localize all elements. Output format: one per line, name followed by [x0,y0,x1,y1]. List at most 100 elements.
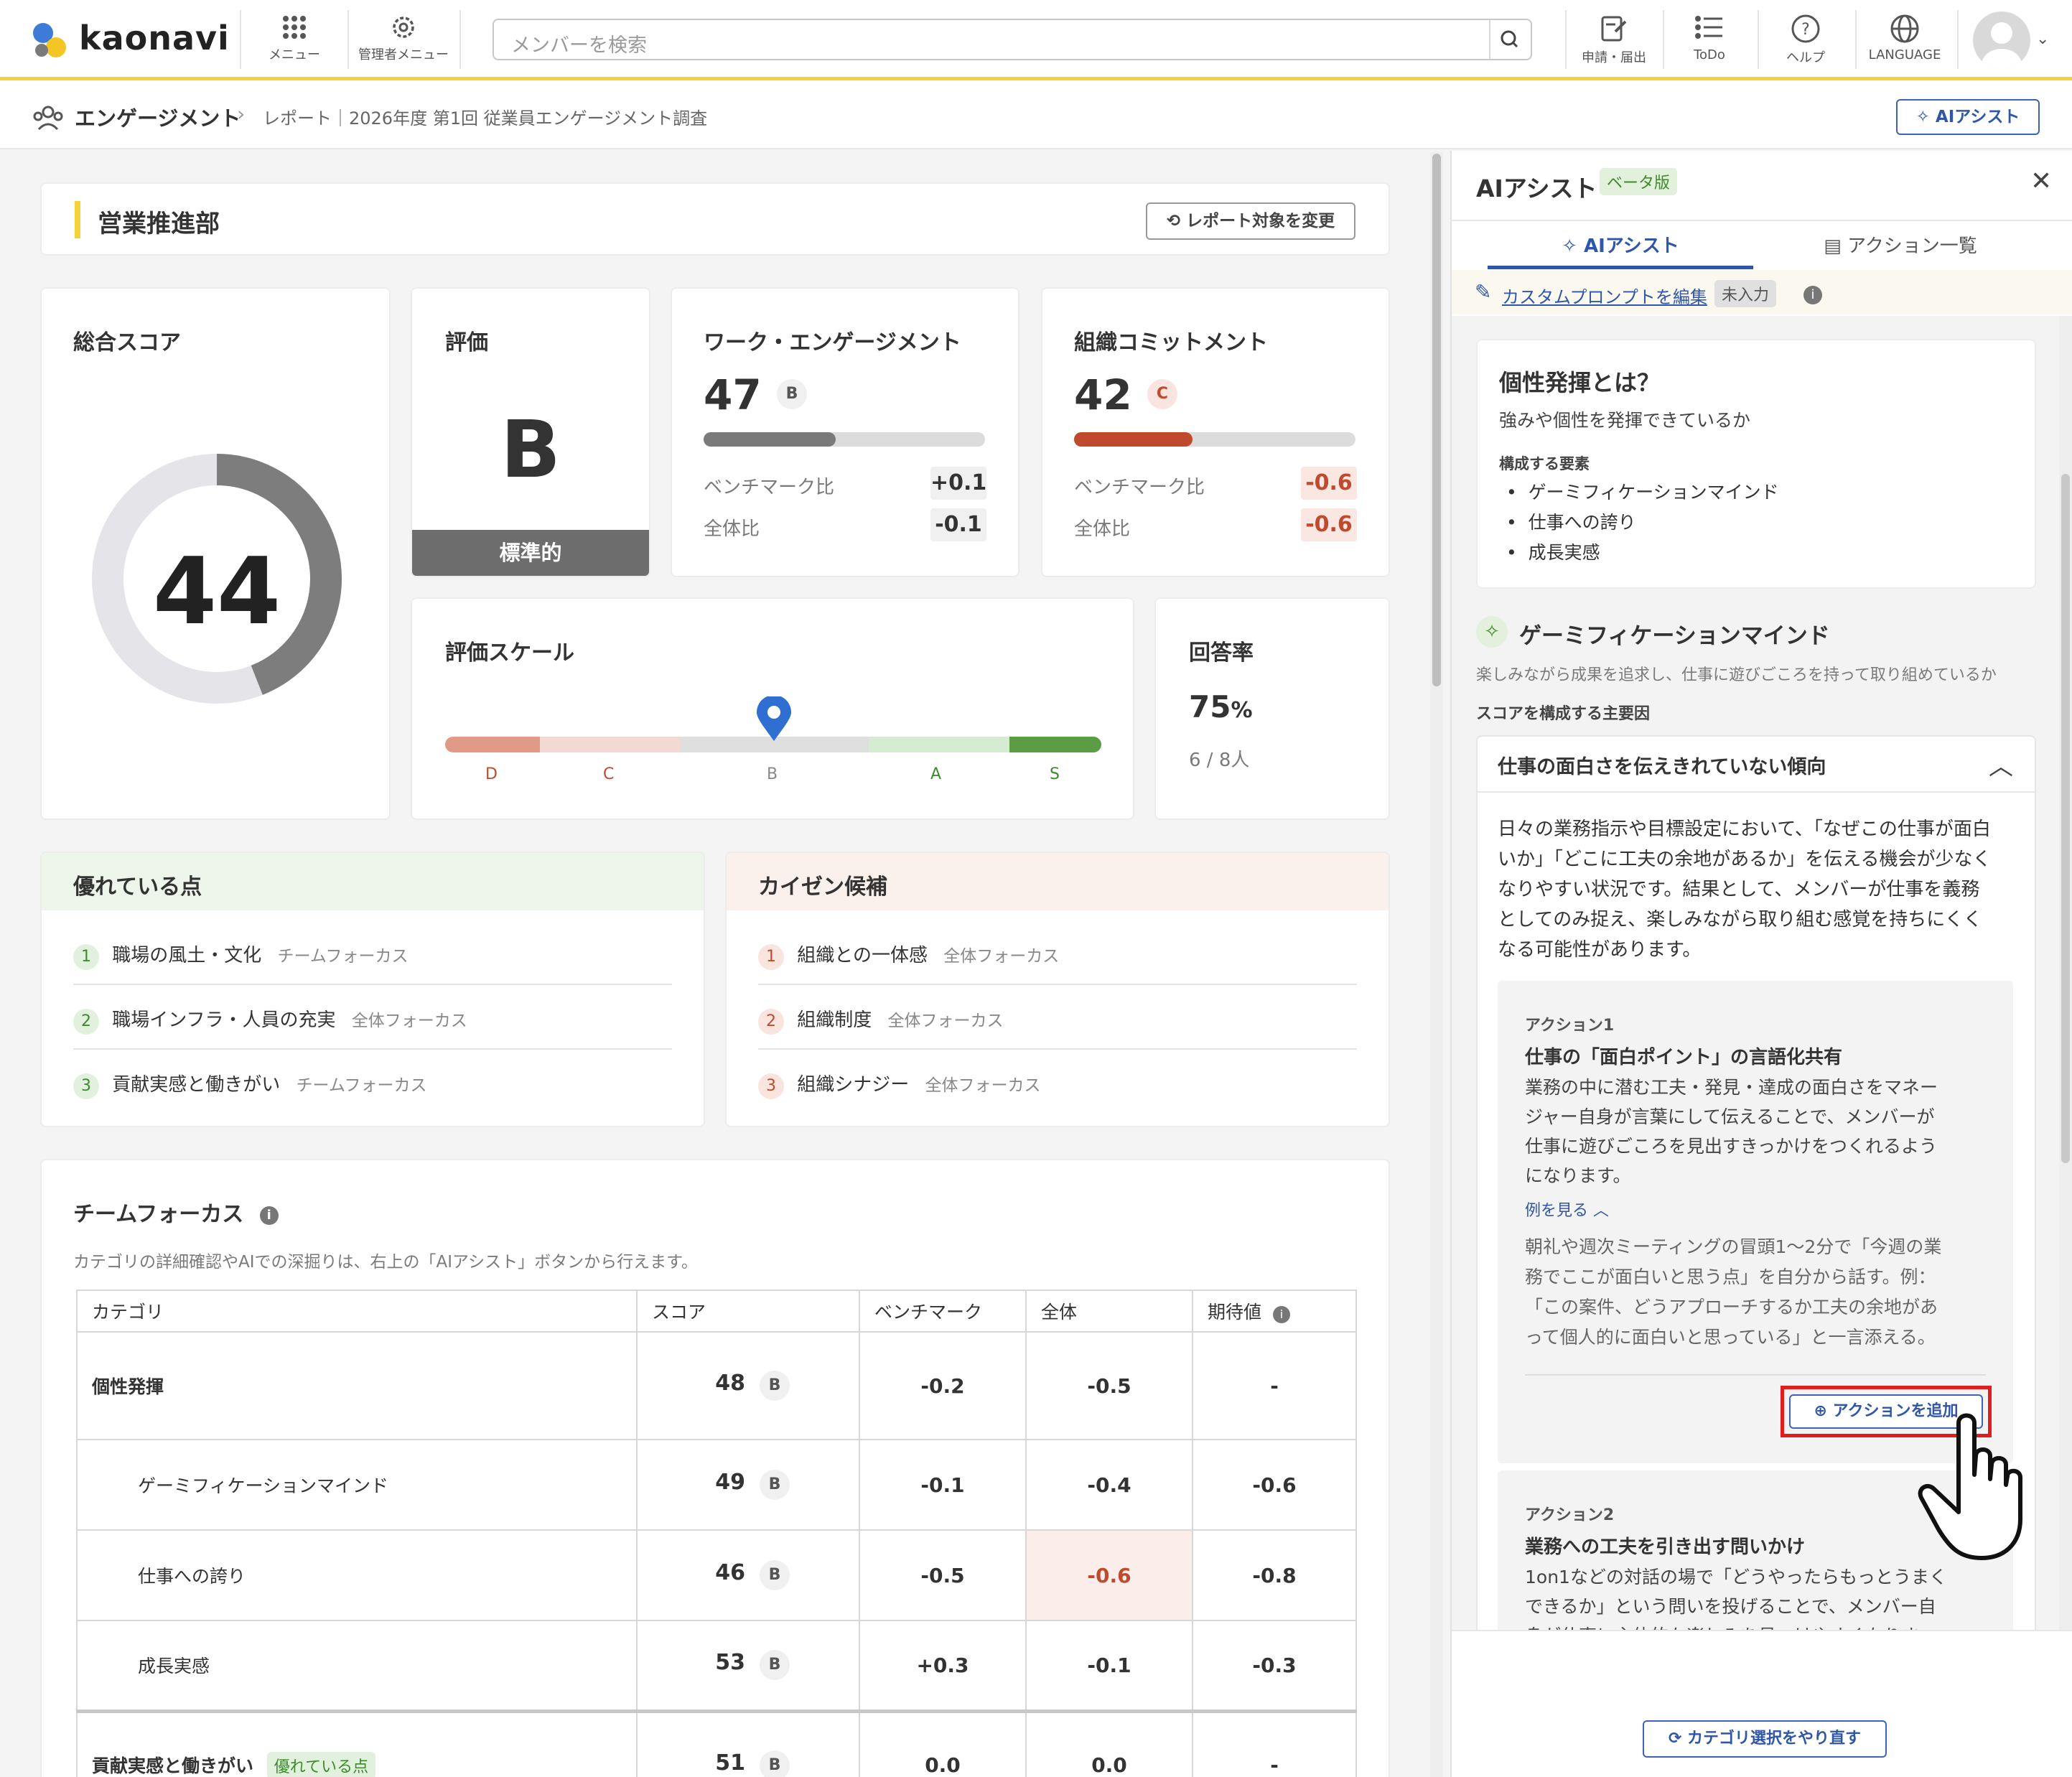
scale-label-a: A [930,765,942,783]
factors-label: スコアを構成する主要因 [1476,705,1651,723]
info-icon[interactable]: i [1803,286,1822,304]
svg-text:?: ? [1801,21,1810,39]
table-row[interactable]: 成長実感 53 B +0.3 -0.1 -0.3 [76,1620,1357,1712]
main-scrollbar[interactable] [1430,152,1443,1777]
improvement-item[interactable]: 2 組織制度 全体フォーカス [758,1005,1004,1035]
total-score-label: 総合スコア [73,330,181,355]
elements-label: 構成する要素 [1499,455,1590,472]
score-grade: B [760,1371,790,1401]
language-button[interactable]: LANGUAGE [1859,13,1950,70]
todo-label: ToDo [1694,47,1725,62]
total-score-value: 44 [152,538,281,645]
overall-cell: -0.6 [1025,1529,1193,1621]
team-focus-title-text: チームフォーカス [73,1202,244,1227]
menu-button[interactable]: メニュー [258,13,330,70]
factor-line: いか」「どこに工夫の余地があるか」を伝える機会が少なく [1498,849,1992,870]
member-search-input[interactable]: メンバーを検索 [493,19,1532,60]
hand-pointer-icon [1918,1413,2022,1560]
admin-menu-button[interactable]: 管理者メニュー [352,13,455,70]
score-value: 48 [715,1371,746,1396]
custom-prompt-status: 未入力 [1714,280,1777,307]
change-report-target-button[interactable]: ⟲ レポート対象を変更 [1146,202,1355,240]
strengths-card: 優れている点 1 職場の風土・文化 チームフォーカス 2 職場インフラ・人員の充… [40,852,705,1127]
todo-button[interactable]: ToDo [1670,13,1749,70]
kaonavi-logo-text[interactable]: kaonavi [79,19,230,57]
improvement-name: 組織シナジー [797,1074,910,1096]
work-engagement-value: 47 [704,370,762,419]
overall-cell: 0.0 [1025,1710,1193,1777]
clipboard-icon: ▤ [1824,235,1848,257]
tab-active-underline [1488,266,1753,269]
rating-card: 評価 B 標準的 [411,287,650,577]
scale-seg-d [445,737,540,752]
category-name: ゲーミフィケーションマインド [76,1439,638,1531]
org-commitment-bar-fill [1074,432,1193,447]
strength-item[interactable]: 1 職場の風土・文化 チームフォーカス [73,941,408,970]
tab-action-list[interactable]: ▤ アクション一覧 [1768,231,2033,258]
help-circle-icon: ? [1791,14,1820,43]
score-cell: 48 B [636,1331,860,1440]
action1-line: になります。 [1525,1165,1631,1186]
requests-button[interactable]: 申請・届出 [1571,13,1657,70]
chevron-down-icon[interactable]: ⌄ [2036,30,2049,48]
table-row[interactable]: 仕事への誇り 46 B -0.5 -0.6 -0.8 [76,1529,1357,1621]
org-commitment-bar-track [1074,432,1355,447]
strength-name: 職場インフラ・人員の充実 [112,1009,336,1031]
chevron-up-icon[interactable]: ︿ [1989,747,2013,782]
department-name: 営業推進部 [98,210,220,238]
org-commitment-card: 組織コミットメント 42 C ベンチマーク比 -0.6 全体比 -0.6 [1041,287,1390,577]
action2-line: 1on1などの対話の場で「どうやったらもっとうまく [1525,1567,1947,1587]
improvement-item[interactable]: 1 組織との一体感 全体フォーカス [758,941,1059,970]
strength-item[interactable]: 2 職場インフラ・人員の充実 全体フォーカス [73,1005,467,1035]
example-line: 朝礼や週次ミーティングの冒頭1〜2分で「今週の業 [1525,1236,1942,1257]
ai-assist-button[interactable]: ✧ AIアシスト [1896,99,2040,135]
element-item: • 仕事への誇り [1506,512,1636,533]
strength-item[interactable]: 3 貢献実感と働きがい チームフォーカス [73,1070,426,1099]
main-scrollbar-thumb[interactable] [1432,154,1441,686]
refresh-icon: ⟳ [1668,1730,1688,1748]
info-icon[interactable]: i [259,1205,279,1225]
redo-category-button[interactable]: ⟳ カテゴリ選択をやり直す [1643,1720,1887,1758]
score-value: 46 [715,1560,746,1585]
custom-prompt-link[interactable]: カスタムプロンプトを編集 [1502,283,1707,308]
rating-scale-card: 評価スケール D C B A S [411,597,1134,820]
todo-list-icon [1695,16,1722,39]
breadcrumb-current: レポート｜2026年度 第1回 従業員エンゲージメント調査 [263,108,708,129]
scale-label-c: C [603,765,615,783]
example-toggle[interactable]: 例を見る ︿ [1525,1198,1609,1221]
factor-title[interactable]: 仕事の面白さを伝えきれていない傾向 [1498,751,1826,779]
col-expected-label: 期待値 [1208,1302,1262,1323]
breadcrumb-engagement[interactable]: エンゲージメント [75,102,241,132]
response-rate-value: 75% [1189,689,1253,724]
info-icon[interactable]: i [1272,1306,1290,1323]
action2-label: アクション2 [1525,1506,1615,1524]
department-accent-bar [75,201,80,238]
ai-panel-scrollbar-thumb[interactable] [2061,474,2070,1163]
sparkle-icon: ✧ [1915,108,1936,126]
beta-badge: ベータ版 [1600,168,1678,195]
panel-divider [1452,220,2072,221]
close-icon[interactable]: ✕ [2030,167,2052,196]
ai-panel-scrollbar[interactable] [2059,316,2072,1630]
tab-ai-assist[interactable]: ✧ AIアシスト [1488,231,1753,258]
user-avatar[interactable] [1973,11,2030,69]
pencil-icon[interactable]: ✎ [1475,280,1491,304]
sparkle-icon: ✧ [1562,235,1585,257]
search-button[interactable] [1489,20,1531,59]
table-row[interactable]: ゲーミフィケーションマインド 49 B -0.1 -0.4 -0.6 [76,1439,1357,1531]
action2-body: 1on1などの対話の場で「どうやったらもっとうまく できるか」という問いを投げる… [1525,1562,1999,1630]
improvement-item[interactable]: 3 組織シナジー 全体フォーカス [758,1070,1041,1099]
improvement-focus: 全体フォーカス [887,1012,1004,1030]
engagement-icon [32,101,65,134]
action1-body: 業務の中に潜む工夫・発見・達成の面白さをマネー ジャー自身が言葉にして伝えること… [1525,1073,1999,1190]
score-cell: 53 B [636,1620,860,1712]
help-button[interactable]: ? ヘルプ [1766,13,1845,70]
score-cell: 51 B [636,1710,860,1777]
bench-cell: +0.3 [859,1620,1027,1712]
strength-focus: チームフォーカス [296,1076,427,1095]
section-desc: 楽しみながら成果を追求し、仕事に遊びごころを持って取り組めているか [1476,666,1997,684]
table-row[interactable]: 貢献実感と働きがい 優れている点 51 B 0.0 0.0 - [76,1710,1357,1777]
kaonavi-logo-icon[interactable] [29,19,73,62]
table-row[interactable]: 個性発揮 48 B -0.2 -0.5 - [76,1331,1357,1440]
col-benchmark: ベンチマーク [859,1289,1027,1333]
